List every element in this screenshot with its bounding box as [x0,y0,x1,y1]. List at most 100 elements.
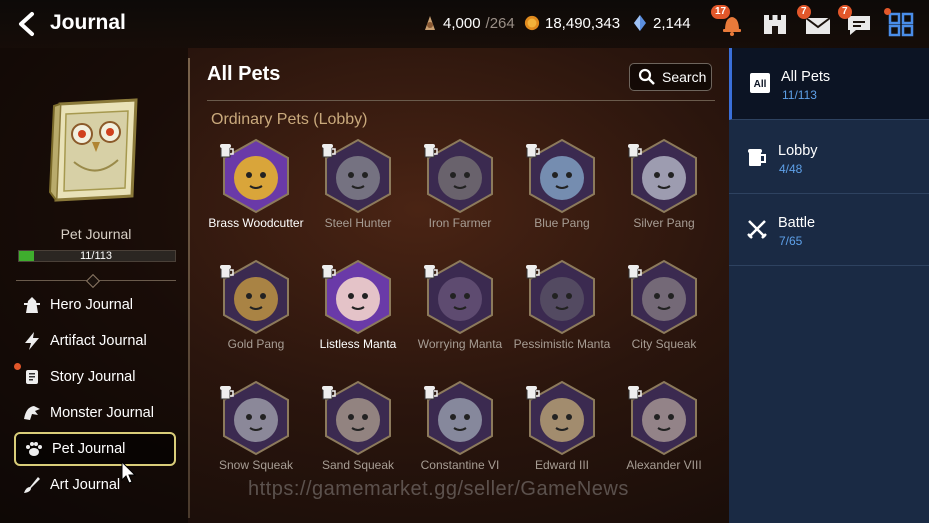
search-icon [638,68,655,85]
svg-text:All: All [754,79,767,90]
stamina-counter[interactable]: 4,000 /264 [422,14,515,32]
menu-button[interactable] [884,8,916,38]
tab-label: Battle [778,215,816,231]
castle-icon [764,15,786,34]
tab-all-pets[interactable]: All All Pets 11/113 [729,48,929,120]
chat-badge: 7 [838,5,852,19]
pet-card[interactable]: Silver Pang [613,138,715,230]
pet-card[interactable]: Iron Farmer [409,138,511,230]
pet-card[interactable]: Constantine VI [409,380,511,472]
content-title: All Pets [207,63,281,85]
hero-icon [24,297,40,313]
tab-count: 4/48 [779,162,803,176]
pet-card[interactable]: Alexander VIII [613,380,715,472]
nav-item-hero-journal[interactable]: Hero Journal [14,288,176,322]
crystal-value: 2,144 [653,14,691,32]
tab-lobby[interactable]: Lobby 4/48 [729,122,929,194]
story-alert-dot [14,363,21,370]
pet-card[interactable]: Pessimistic Manta [511,259,613,351]
panel-separator [188,58,190,518]
nav-item-label: Hero Journal [50,297,134,313]
pet-card[interactable]: Steel Hunter [307,138,409,230]
pet-card[interactable]: Brass Woodcutter [205,138,307,230]
pet-name: Sand Squeak [321,458,395,472]
pet-name: Silver Pang [633,216,695,230]
tab-label: Lobby [778,143,818,159]
page-title: Journal [50,11,126,34]
search-label: Search [662,69,707,85]
guild-button[interactable] [760,10,790,38]
nav-item-story-journal[interactable]: Story Journal [14,360,176,394]
back-arrow-icon[interactable] [14,10,42,38]
monster-icon [24,406,40,420]
pet-card[interactable]: Gold Pang [205,259,307,351]
tab-count: 11/113 [782,88,817,102]
mouse-cursor-icon [121,461,137,484]
pet-name: City Squeak [631,337,697,351]
nav-item-monster-journal[interactable]: Monster Journal [14,396,176,430]
lobby-mug-icon [220,144,234,158]
top-bar: Journal 4,000 /264 18,490,343 2,144 17 7… [0,0,929,48]
left-panel: Pet Journal 11/113 Hero Journal Artifact… [0,48,188,523]
pet-name: Snow Squeak [218,458,294,472]
brush-icon [24,477,40,493]
lobby-mug-icon [526,144,540,158]
crystal-icon [634,15,646,31]
search-button[interactable]: Search [629,63,712,91]
lobby-mug-icon [322,386,336,400]
pet-name: Edward III [534,458,590,472]
pet-card[interactable]: Edward III [511,380,613,472]
section-title: Ordinary Pets (Lobby) [211,111,368,128]
notifications-badge: 17 [711,5,731,19]
stamina-icon [425,16,435,30]
pet-card[interactable]: Blue Pang [511,138,613,230]
lobby-mug-icon [322,265,336,279]
lobby-mug-icon [220,265,234,279]
pet-card[interactable]: City Squeak [613,259,715,351]
gold-value: 18,490,343 [545,14,621,32]
lobby-mug-icon [628,265,642,279]
scroll-icon [26,370,38,384]
pet-name: Listless Manta [319,337,397,351]
notifications-button[interactable]: 17 [711,5,747,38]
pet-card[interactable]: Listless Manta [307,259,409,351]
pet-name: Gold Pang [227,337,285,351]
tab-label: All Pets [781,69,831,85]
all-icon: All [750,73,770,93]
pet-card[interactable]: Worrying Manta [409,259,511,351]
lobby-mug-icon [526,386,540,400]
lobby-mug-icon [424,144,438,158]
lobby-mug-icon [322,144,336,158]
pet-name: Iron Farmer [428,216,492,230]
chat-button[interactable]: 7 [838,5,874,38]
nav-item-artifact-journal[interactable]: Artifact Journal [14,324,176,358]
pet-name: Worrying Manta [417,337,503,351]
nav-item-pet-journal[interactable]: Pet Journal [14,432,176,466]
pet-card[interactable]: Snow Squeak [205,380,307,472]
lobby-mug-icon [424,386,438,400]
lobby-mug-icon [628,144,642,158]
tab-count: 7/65 [779,234,803,248]
pet-card[interactable]: Sand Squeak [307,380,409,472]
crystal-counter[interactable]: 2,144 [632,14,691,32]
lobby-mug-icon [628,386,642,400]
nav-item-art-journal[interactable]: Art Journal [14,468,176,502]
lobby-mug-icon [220,386,234,400]
mail-button[interactable]: 7 [797,5,833,38]
lobby-mug-icon [424,265,438,279]
nav-item-label: Art Journal [50,477,121,493]
pet-name: Steel Hunter [324,216,392,230]
mug-icon [748,149,766,166]
right-panel: All All Pets 11/113 Lobby 4/48 Battle 7/… [729,48,929,523]
nav-item-label: Artifact Journal [50,333,147,349]
lightning-icon [25,332,39,350]
journal-nav: Hero Journal Artifact Journal Story Jour… [14,288,176,504]
gold-counter[interactable]: 18,490,343 [524,14,620,32]
gold-coin-icon [524,15,540,31]
pet-name: Alexander VIII [626,458,702,472]
pet-name: Pessimistic Manta [513,337,611,351]
paw-icon [26,442,42,456]
pet-name: Constantine VI [420,458,500,472]
watermark-text: https://gamemarket.gg/seller/GameNews [248,478,629,500]
tab-battle[interactable]: Battle 7/65 [729,194,929,266]
